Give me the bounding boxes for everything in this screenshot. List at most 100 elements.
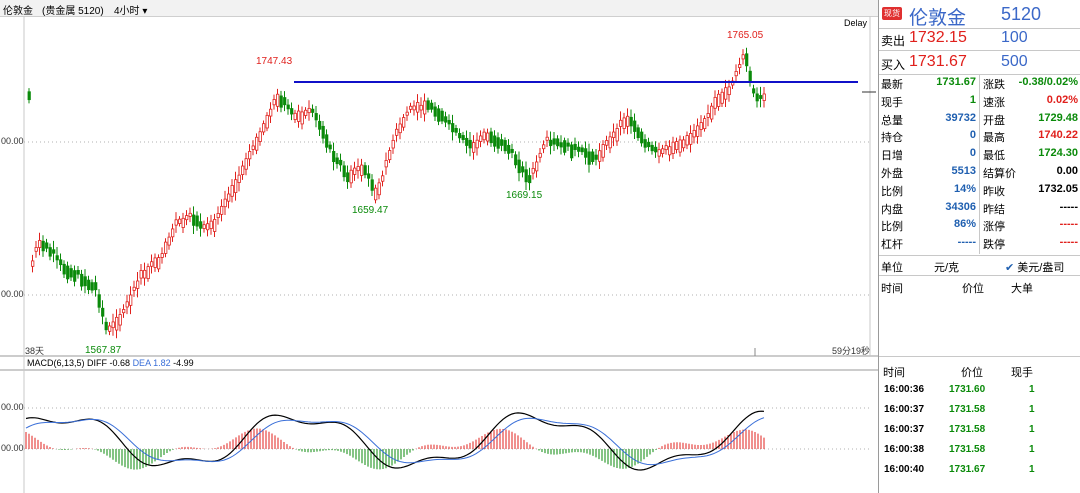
candle-body <box>34 247 38 252</box>
candle-body <box>465 137 469 146</box>
stat-value: ----- <box>1059 200 1078 213</box>
candle-body <box>150 261 154 267</box>
candle-body <box>601 144 605 158</box>
stat-label: 昨收 <box>983 185 1005 198</box>
candle-body <box>416 102 420 113</box>
candle-body <box>608 136 612 149</box>
divider <box>879 255 1080 256</box>
candle-body <box>241 165 245 175</box>
candle-body <box>335 157 339 165</box>
price-label-low2: 1669.15 <box>506 190 543 201</box>
candle-body <box>713 96 717 109</box>
candle-body <box>615 128 619 142</box>
candle-body <box>556 138 560 147</box>
tick-hdr-price: 价位 <box>961 367 983 379</box>
macd-value: -4.99 <box>173 358 194 368</box>
candle-body <box>370 179 374 191</box>
candle-body <box>286 104 290 110</box>
candle-body <box>570 144 574 159</box>
stat-label: 日增 <box>881 150 903 163</box>
tick-time: 16:00:40 <box>884 464 925 475</box>
candle-body <box>216 213 220 219</box>
y-axis-tick: 00.00 <box>1 289 24 299</box>
candle-body <box>31 260 35 267</box>
candle-body <box>115 316 119 331</box>
candle-body <box>636 127 640 139</box>
candle-body <box>223 198 227 208</box>
tick-size: 1 <box>1029 444 1035 455</box>
candle-body <box>167 236 171 246</box>
candle-body <box>129 294 133 306</box>
candle-body <box>279 95 283 108</box>
candle-body <box>307 107 311 114</box>
candle-body <box>528 175 532 184</box>
candle-body <box>157 257 161 270</box>
candle-body <box>587 151 591 165</box>
divider <box>879 275 1080 276</box>
candle-body <box>139 270 143 279</box>
stat-label: 最高 <box>983 132 1005 145</box>
tick-price: 1731.58 <box>949 404 986 415</box>
candle-body <box>752 88 756 94</box>
trade-hdr-price: 价位 <box>962 283 984 295</box>
candle-body <box>185 215 189 221</box>
candle-body <box>545 136 549 141</box>
sell-price[interactable]: 1732.15 <box>909 29 967 47</box>
candle-body <box>426 100 430 110</box>
buy-price[interactable]: 1731.67 <box>909 53 967 71</box>
tick-size: 1 <box>1029 464 1035 475</box>
stat-label: 跌停 <box>983 239 1005 252</box>
stat-label: 涨停 <box>983 221 1005 234</box>
candle-body <box>633 120 637 132</box>
candle-body <box>430 102 434 110</box>
candle-body <box>76 269 80 275</box>
candle-body <box>552 138 556 145</box>
stat-label: 涨跌 <box>983 79 1005 91</box>
stat-value: 39732 <box>945 111 976 124</box>
candle-body <box>395 128 399 136</box>
candle-body <box>188 212 192 217</box>
spot-badge: 现货 <box>882 7 902 20</box>
candle-body <box>83 276 87 287</box>
candle-body <box>283 97 287 106</box>
candle-body <box>640 131 644 144</box>
quote-code: 5120 <box>1001 4 1042 24</box>
stat-value: 1732.05 <box>1038 182 1078 195</box>
candle-body <box>41 240 45 252</box>
candle-body <box>304 109 308 116</box>
unit-alt-option[interactable]: ✔ 美元/盎司 <box>1005 259 1064 275</box>
candle-body <box>300 111 304 125</box>
candle-body <box>622 117 626 129</box>
candle-body <box>398 123 402 134</box>
candle-body <box>62 263 66 275</box>
tick-hdr-time: 时间 <box>883 367 905 379</box>
tick-time: 16:00:37 <box>884 424 925 435</box>
stat-value: ----- <box>1059 236 1078 249</box>
candle-body <box>493 135 497 147</box>
candle-body <box>377 182 381 196</box>
candle-body <box>297 110 301 122</box>
candle-body <box>517 159 521 174</box>
stats-divider <box>979 74 980 254</box>
candle-body <box>234 179 238 194</box>
candle-body <box>521 166 525 173</box>
candle-body <box>160 253 164 258</box>
candle-body <box>87 279 91 291</box>
unit-alt-label: 美元/盎司 <box>1017 262 1065 274</box>
candle-body <box>248 150 252 160</box>
candle-body <box>293 112 297 120</box>
tick-price: 1731.58 <box>949 424 986 435</box>
candle-body <box>409 105 413 110</box>
y-axis-tick: 00.00 <box>1 136 24 146</box>
candle-body <box>440 110 444 122</box>
stat-value: ----- <box>957 236 976 249</box>
candle-body <box>346 172 350 183</box>
candlestick-chart[interactable] <box>0 16 878 493</box>
candle-body <box>759 95 763 99</box>
period-selector[interactable]: 4小时 ▾ <box>114 2 147 17</box>
tick-size: 1 <box>1029 424 1035 435</box>
candle-body <box>90 282 94 291</box>
candle-body <box>59 259 63 266</box>
candle-body <box>629 116 633 127</box>
candle-body <box>192 214 196 226</box>
